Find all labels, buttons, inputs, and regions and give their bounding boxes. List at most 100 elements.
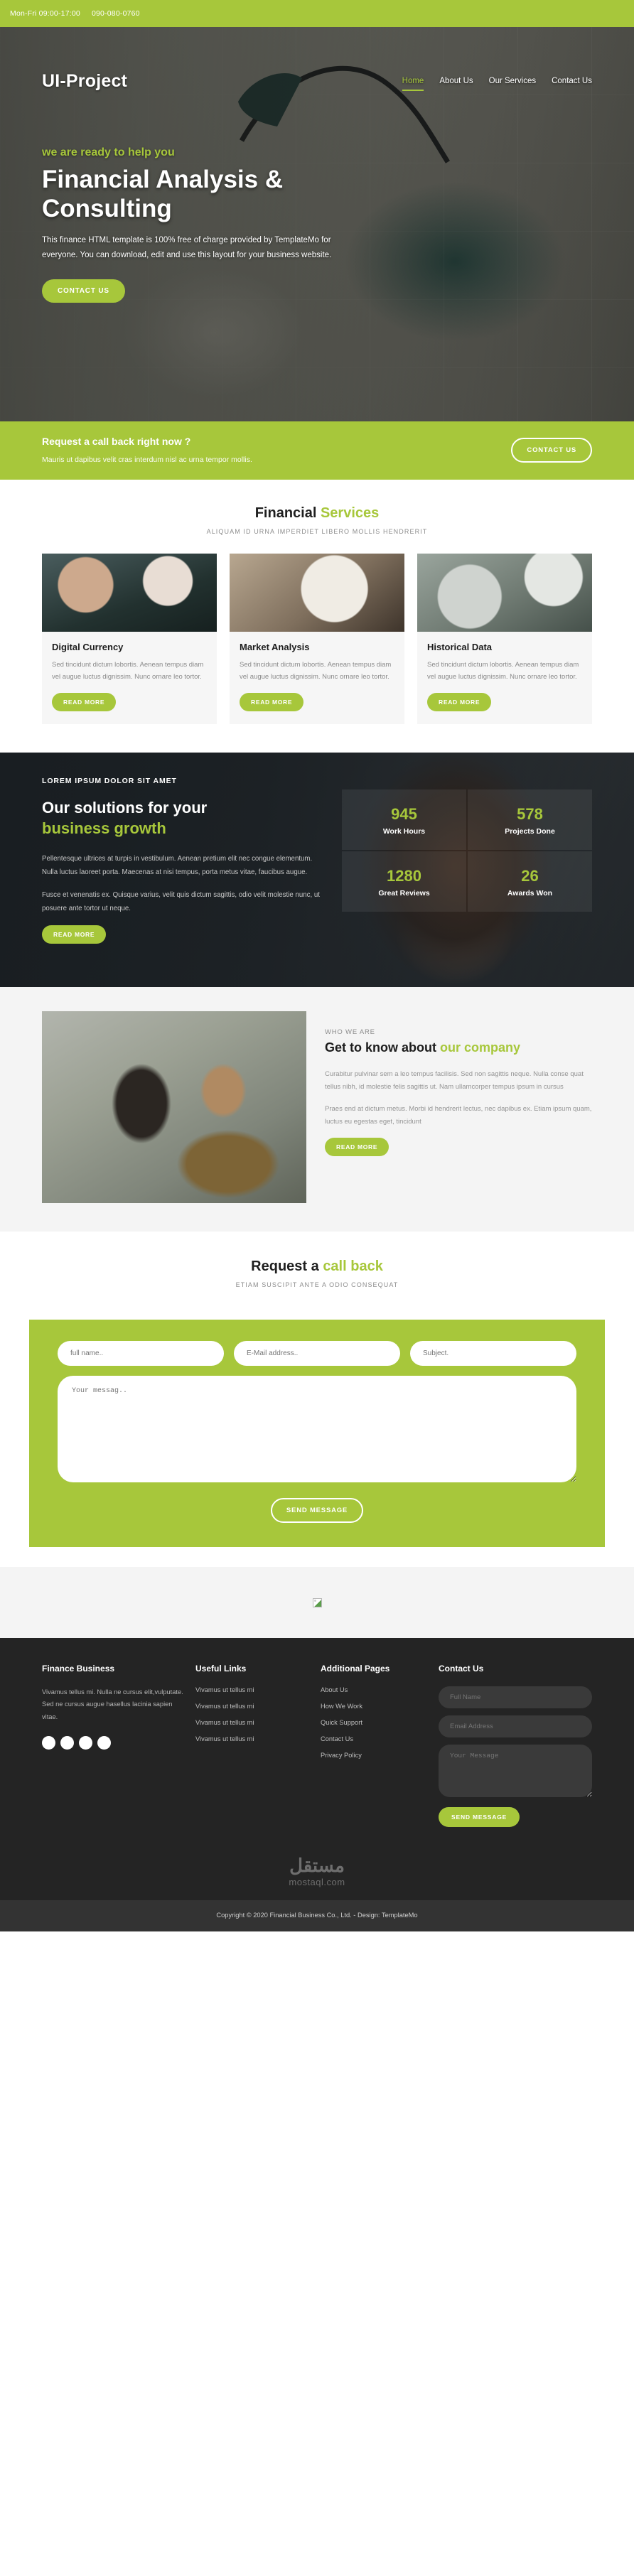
- footer-column-about: Finance Business Vivamus tellus mi. Null…: [42, 1664, 184, 1827]
- services-section-header: Financial Services ALIQUAM ID URNA IMPER…: [0, 480, 634, 554]
- broken-image-icon: [312, 1597, 322, 1607]
- footer-full-name-input[interactable]: [439, 1686, 592, 1709]
- services-title: Financial Services: [254, 505, 380, 521]
- watermark-arabic-text: مستقل: [289, 1855, 345, 1877]
- site-logo[interactable]: UI-Project: [42, 71, 127, 92]
- stat-value: 578: [517, 805, 543, 824]
- footer-contact-title: Contact Us: [439, 1664, 484, 1674]
- service-card-image: [417, 554, 592, 632]
- hero-content: we are ready to help you Financial Analy…: [42, 146, 348, 303]
- stat-label: Work Hours: [382, 827, 426, 836]
- solutions-title: Our solutions for your business growth: [42, 799, 208, 837]
- footer-useful-link[interactable]: Vivamus ut tellus mi: [195, 1703, 309, 1710]
- stat-value: 945: [391, 805, 417, 824]
- solutions-text-block: LOREM IPSUM DOLOR SIT AMET Our solutions…: [42, 777, 326, 944]
- stat-value: 1280: [387, 867, 421, 885]
- contact-form-row: [58, 1341, 576, 1367]
- business-hours: Mon-Fri 09:00-17:00: [10, 9, 80, 18]
- footer-about-text: Vivamus tellus mi. Nulla ne cursus elit,…: [42, 1688, 183, 1720]
- top-info-bar: Mon-Fri 09:00-17:00 090-080-0760: [0, 0, 634, 27]
- nav-item-contact-us[interactable]: Contact Us: [552, 77, 592, 90]
- footer-column-useful-links: Useful Links Vivamus ut tellus mi Vivamu…: [195, 1664, 309, 1827]
- watermark-latin-text: mostaql.com: [289, 1877, 345, 1888]
- service-card-digital-currency[interactable]: Digital Currency Sed tincidunt dictum lo…: [42, 554, 217, 725]
- footer-message-textarea[interactable]: [439, 1745, 592, 1798]
- callback-text-block: Request a call back right now ? Mauris u…: [42, 436, 252, 464]
- twitter-icon[interactable]: [60, 1735, 74, 1750]
- hero-banner: UI-Project Home About Us Our Services Co…: [0, 27, 634, 421]
- footer-column-contact: Contact Us SEND MESSAGE: [439, 1664, 592, 1828]
- footer-link-privacy-policy[interactable]: Privacy Policy: [321, 1752, 427, 1759]
- hero-description: This finance HTML template is 100% free …: [42, 236, 332, 260]
- services-card-grid: Digital Currency Sed tincidunt dictum lo…: [29, 554, 605, 753]
- footer-link-how-we-work[interactable]: How We Work: [321, 1703, 427, 1710]
- footer-useful-link[interactable]: Vivamus ut tellus mi: [195, 1735, 309, 1742]
- footer-link-quick-support[interactable]: Quick Support: [321, 1719, 427, 1726]
- footer-email-input[interactable]: [439, 1715, 592, 1738]
- footer-useful-link[interactable]: Vivamus ut tellus mi: [195, 1719, 309, 1726]
- statistics-grid: 945 Work Hours 578 Projects Done 1280 Gr…: [342, 789, 592, 944]
- service-card-market-analysis[interactable]: Market Analysis Sed tincidunt dictum lob…: [230, 554, 404, 725]
- email-input[interactable]: [234, 1341, 400, 1367]
- footer-send-message-button[interactable]: SEND MESSAGE: [439, 1807, 520, 1828]
- nav-item-home[interactable]: Home: [402, 77, 424, 91]
- footer-additional-pages-title: Additional Pages: [321, 1664, 390, 1674]
- message-textarea[interactable]: [58, 1376, 576, 1483]
- nav-item-about-us[interactable]: About Us: [439, 77, 473, 90]
- phone-number[interactable]: 090-080-0760: [90, 9, 150, 18]
- stat-projects-done: 578 Projects Done: [468, 789, 592, 851]
- service-read-more-button[interactable]: READ MORE: [52, 693, 117, 712]
- service-card-text: Sed tincidunt dictum lobortis. Aenean te…: [240, 661, 392, 681]
- about-section: WHO WE ARE Get to know about our company…: [0, 987, 634, 1232]
- mostaql-watermark: مستقل mostaql.com: [0, 1845, 634, 1901]
- stat-awards-won: 26 Awards Won: [468, 851, 592, 912]
- service-card-title: Historical Data: [427, 642, 493, 652]
- stat-value: 26: [521, 867, 539, 885]
- request-title: Request a call back: [251, 1259, 383, 1275]
- callback-banner: Request a call back right now ? Mauris u…: [0, 421, 634, 480]
- footer-link-about-us[interactable]: About Us: [321, 1686, 427, 1693]
- service-card-text: Sed tincidunt dictum lobortis. Aenean te…: [52, 661, 204, 681]
- about-read-more-button[interactable]: READ MORE: [325, 1138, 389, 1157]
- service-card-title: Market Analysis: [240, 642, 310, 652]
- stat-label: Awards Won: [507, 889, 553, 898]
- stat-great-reviews: 1280 Great Reviews: [342, 851, 466, 912]
- hero-contact-us-button[interactable]: CONTACT US: [42, 279, 125, 303]
- solutions-paragraph-1: Pellentesque ultrices at turpis in vesti…: [42, 855, 313, 876]
- solutions-read-more-button[interactable]: READ MORE: [42, 925, 107, 944]
- send-message-button[interactable]: SEND MESSAGE: [270, 1498, 364, 1524]
- callback-contact-us-button[interactable]: CONTACT US: [511, 437, 592, 463]
- callback-title: Request a call back right now ?: [42, 436, 191, 447]
- about-paragraph-1: Curabitur pulvinar sem a leo tempus faci…: [325, 1070, 584, 1091]
- service-card-historical-data[interactable]: Historical Data Sed tincidunt dictum lob…: [417, 554, 592, 725]
- service-card-title: Digital Currency: [52, 642, 124, 652]
- service-read-more-button[interactable]: READ MORE: [427, 693, 492, 712]
- linkedin-icon[interactable]: [79, 1735, 92, 1750]
- about-text-block: WHO WE ARE Get to know about our company…: [325, 1011, 592, 1157]
- social-links: [42, 1735, 184, 1750]
- footer-link-contact-us[interactable]: Contact Us: [321, 1735, 427, 1742]
- stat-work-hours: 945 Work Hours: [342, 789, 466, 851]
- about-paragraph-2: Praes end at dictum metus. Morbi id hend…: [325, 1105, 592, 1126]
- services-subtitle: ALIQUAM ID URNA IMPERDIET LIBERO MOLLIS …: [206, 528, 428, 535]
- footer-useful-link[interactable]: Vivamus ut tellus mi: [195, 1686, 309, 1693]
- contact-form: SEND MESSAGE: [29, 1320, 605, 1548]
- request-callback-section: Request a call back ETIAM SUSCIPIT ANTE …: [0, 1232, 634, 1639]
- subject-input[interactable]: [410, 1341, 576, 1367]
- full-name-input[interactable]: [58, 1341, 224, 1367]
- behance-icon[interactable]: [97, 1735, 111, 1750]
- about-title: Get to know about our company: [325, 1040, 521, 1055]
- stat-label: Great Reviews: [378, 889, 430, 898]
- main-navigation: Home About Us Our Services Contact Us: [402, 77, 592, 91]
- hero-title: Financial Analysis & Consulting: [42, 166, 284, 222]
- hero-kicker: we are ready to help you: [42, 146, 175, 158]
- service-read-more-button[interactable]: READ MORE: [240, 693, 304, 712]
- service-card-image: [42, 554, 217, 632]
- service-card-image: [230, 554, 404, 632]
- facebook-icon[interactable]: [42, 1735, 55, 1750]
- request-section-header: Request a call back ETIAM SUSCIPIT ANTE …: [0, 1256, 634, 1307]
- copyright-bar: Copyright © 2020 Financial Business Co.,…: [0, 1900, 634, 1932]
- solutions-kicker: LOREM IPSUM DOLOR SIT AMET: [42, 777, 177, 786]
- stat-label: Projects Done: [505, 827, 555, 836]
- nav-item-our-services[interactable]: Our Services: [489, 77, 536, 90]
